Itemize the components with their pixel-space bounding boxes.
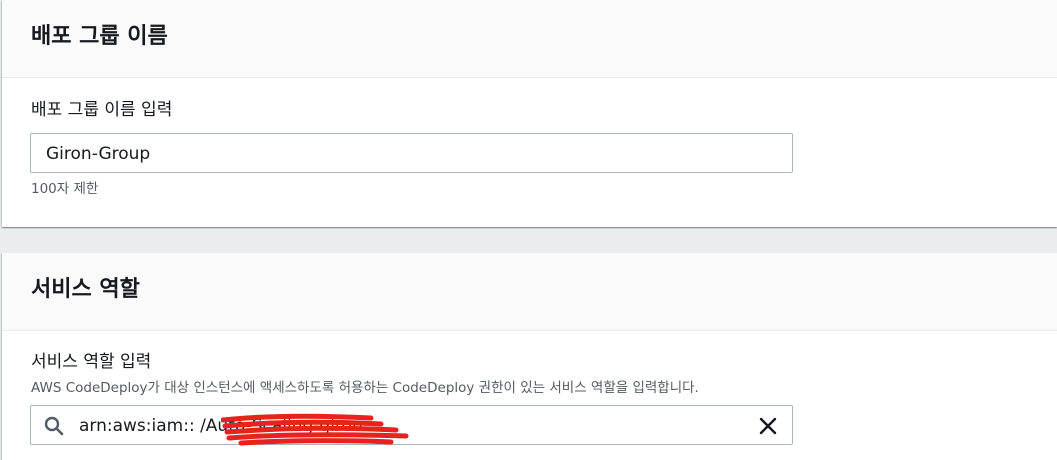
service-role-arn-value: arn:aws:iam:: /Auto-Scaling-giron [79, 416, 363, 436]
search-icon [44, 416, 64, 436]
service-role-description: AWS CodeDeploy가 대상 인스턴스에 액세스하도록 허용하는 Cod… [31, 380, 699, 396]
panel-header: 서비스 역할 [2, 253, 1057, 331]
service-role-label: 서비스 역할 입력 [31, 352, 152, 372]
deployment-group-name-label: 배포 그룹 이름 입력 [31, 100, 173, 120]
close-icon[interactable] [756, 414, 780, 438]
deployment-group-name-input[interactable]: Giron-Group [30, 133, 793, 173]
panel-title: 배포 그룹 이름 [31, 24, 168, 49]
character-limit-hint: 100자 제한 [31, 181, 99, 197]
service-role-search-input[interactable]: arn:aws:iam:: /Auto-Scaling-giron [30, 405, 793, 446]
panel-header: 배포 그룹 이름 [2, 0, 1057, 78]
deployment-group-name-value: Giron-Group [46, 144, 151, 164]
deployment-group-name-panel: 배포 그룹 이름 배포 그룹 이름 입력 Giron-Group 100자 제한 [2, 0, 1057, 227]
service-role-panel: 서비스 역할 서비스 역할 입력 AWS CodeDeploy가 대상 인스턴스… [2, 253, 1057, 460]
panel-title: 서비스 역할 [31, 277, 140, 302]
